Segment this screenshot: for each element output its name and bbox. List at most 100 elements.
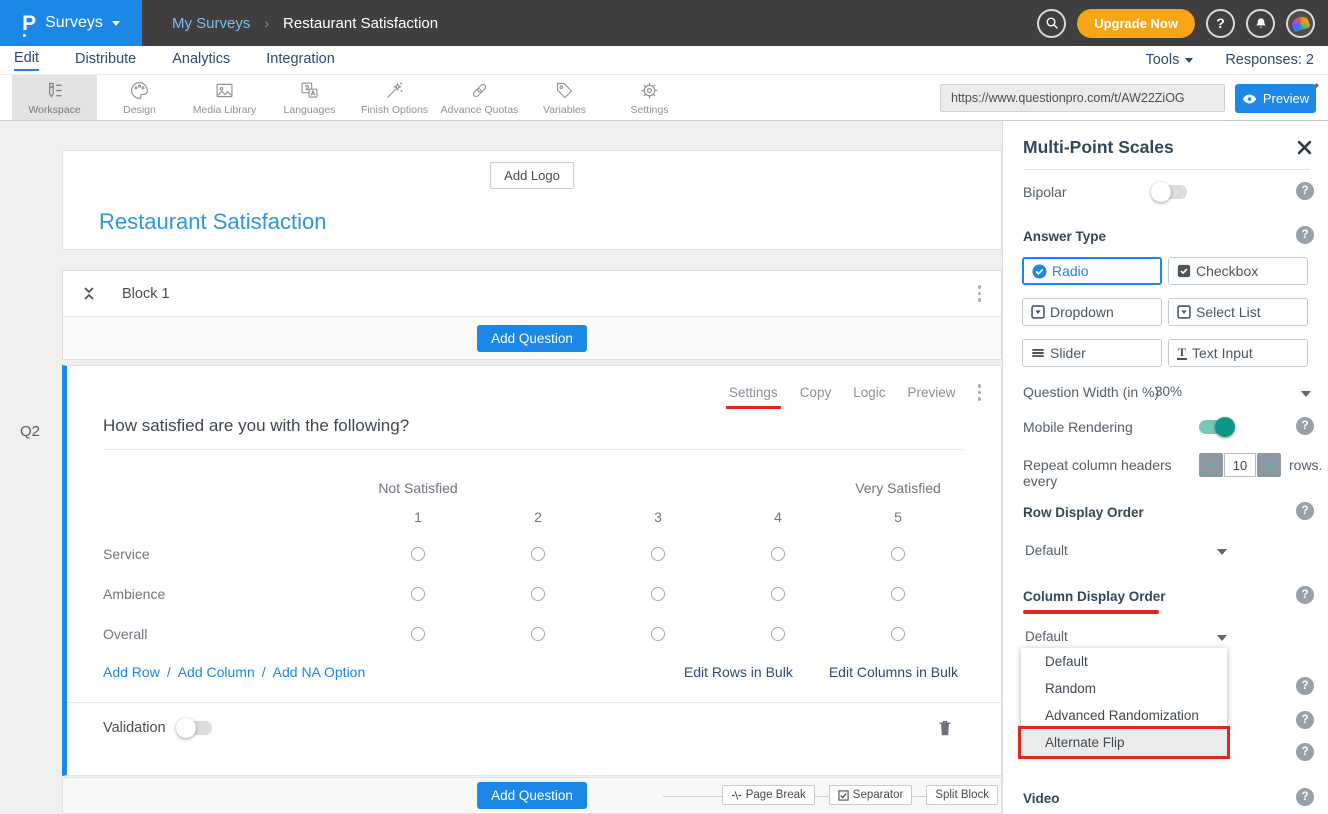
row-display-order-help-icon[interactable]: ? bbox=[1296, 502, 1314, 520]
radio-option[interactable] bbox=[891, 627, 905, 641]
add-question-button-bottom[interactable]: Add Question bbox=[477, 782, 587, 809]
block-menu-button[interactable] bbox=[978, 285, 982, 302]
option-advanced-randomization[interactable]: Advanced Randomization bbox=[1021, 702, 1227, 729]
tab-edit[interactable]: Edit bbox=[14, 50, 39, 71]
radio-option[interactable] bbox=[411, 547, 425, 561]
increment-button[interactable]: + bbox=[1257, 453, 1281, 477]
radio-option[interactable] bbox=[411, 587, 425, 601]
add-logo-button[interactable]: Add Logo bbox=[490, 162, 574, 189]
radio-option[interactable] bbox=[891, 547, 905, 561]
tab-integration[interactable]: Integration bbox=[266, 51, 335, 70]
add-question-button[interactable]: Add Question bbox=[477, 325, 587, 352]
column-display-order-select[interactable]: Default bbox=[1025, 629, 1068, 644]
question-tab-settings[interactable]: Settings bbox=[729, 385, 778, 409]
column-display-order-help-icon[interactable]: ? bbox=[1296, 586, 1314, 604]
bipolar-toggle[interactable] bbox=[1153, 185, 1187, 199]
breadcrumb-parent[interactable]: My Surveys bbox=[172, 15, 250, 32]
row-display-order-select[interactable]: Default bbox=[1025, 543, 1068, 558]
hidden-setting-help-icon[interactable]: ? bbox=[1296, 743, 1314, 761]
question-title[interactable]: How satisfied are you with the following… bbox=[103, 416, 965, 436]
hidden-setting-help-icon[interactable]: ? bbox=[1296, 677, 1314, 695]
answer-type-radio[interactable]: Radio bbox=[1022, 257, 1162, 285]
row-label-overall[interactable]: Overall bbox=[103, 614, 358, 654]
toolbar-item-variables[interactable]: Variables bbox=[522, 75, 607, 120]
option-default[interactable]: Default bbox=[1021, 648, 1227, 675]
row-label-ambience[interactable]: Ambience bbox=[103, 574, 358, 614]
account-avatar[interactable] bbox=[1286, 9, 1315, 38]
search-icon bbox=[1045, 16, 1059, 30]
radio-option[interactable] bbox=[411, 627, 425, 641]
product-menu[interactable]: P Surveys bbox=[0, 0, 142, 46]
toolbar-item-finish-options[interactable]: Finish Options bbox=[352, 75, 437, 120]
radio-option[interactable] bbox=[651, 627, 665, 641]
question-tab-logic[interactable]: Logic bbox=[853, 385, 885, 409]
toolbar-item-advance-quotas[interactable]: Advance Quotas bbox=[437, 75, 522, 120]
responses-count[interactable]: Responses: 2 bbox=[1225, 52, 1314, 68]
delete-question-button[interactable] bbox=[937, 719, 953, 737]
chevron-down-icon[interactable] bbox=[1301, 391, 1311, 397]
tools-menu[interactable]: Tools bbox=[1145, 52, 1193, 68]
help-button[interactable]: ? bbox=[1206, 9, 1235, 38]
collapse-icon[interactable] bbox=[83, 286, 95, 301]
breadcrumb-current: Restaurant Satisfaction bbox=[283, 15, 438, 32]
answer-type-dropdown[interactable]: Dropdown bbox=[1022, 298, 1162, 326]
video-help-icon[interactable]: ? bbox=[1296, 788, 1314, 806]
validation-toggle[interactable] bbox=[178, 721, 212, 735]
row-label-service[interactable]: Service bbox=[103, 534, 358, 574]
chevron-down-icon[interactable] bbox=[1217, 635, 1227, 641]
decrement-button[interactable]: − bbox=[1199, 453, 1223, 477]
hidden-setting-help-icon[interactable]: ? bbox=[1296, 711, 1314, 729]
answer-type-text-input[interactable]: T Text Input bbox=[1168, 339, 1308, 367]
toolbar-item-design[interactable]: Design bbox=[97, 75, 182, 120]
toolbar-item-languages[interactable]: Languages bbox=[267, 75, 352, 120]
add-row-link[interactable]: Add Row bbox=[103, 664, 160, 680]
mobile-rendering-help-icon[interactable]: ? bbox=[1296, 417, 1314, 435]
radio-option[interactable] bbox=[771, 547, 785, 561]
mobile-rendering-toggle[interactable] bbox=[1199, 420, 1233, 434]
split-block-button[interactable]: Split Block bbox=[926, 785, 998, 805]
toolbar-item-settings[interactable]: Settings bbox=[607, 75, 692, 120]
edit-columns-bulk-link[interactable]: Edit Columns in Bulk bbox=[829, 664, 958, 680]
edit-rows-bulk-link[interactable]: Edit Rows in Bulk bbox=[684, 664, 793, 680]
question-menu-button[interactable] bbox=[978, 384, 982, 410]
breadcrumb-separator-icon: › bbox=[264, 15, 269, 31]
toolbar-item-label: Finish Options bbox=[361, 104, 428, 116]
add-na-option-link[interactable]: Add NA Option bbox=[273, 664, 366, 680]
question-tab-preview[interactable]: Preview bbox=[907, 385, 955, 409]
block-title[interactable]: Block 1 bbox=[122, 286, 170, 302]
separator-button[interactable]: Separator bbox=[829, 785, 913, 805]
question-width-value[interactable]: 30% bbox=[1155, 384, 1182, 399]
tab-analytics[interactable]: Analytics bbox=[172, 51, 230, 70]
radio-option[interactable] bbox=[771, 627, 785, 641]
page-break-button[interactable]: Page Break bbox=[722, 785, 815, 805]
answer-type-checkbox[interactable]: Checkbox bbox=[1168, 257, 1308, 285]
toolbar-item-workspace[interactable]: Workspace bbox=[12, 75, 97, 120]
search-button[interactable] bbox=[1037, 9, 1066, 38]
avatar-logo-icon bbox=[1290, 14, 1310, 32]
chevron-down-icon[interactable] bbox=[1217, 549, 1227, 555]
radio-option[interactable] bbox=[651, 547, 665, 561]
survey-url-field[interactable]: https://www.questionpro.com/t/AW22ZiOG bbox=[940, 84, 1225, 112]
answer-type-select-list[interactable]: Select List bbox=[1168, 298, 1308, 326]
bipolar-help-icon[interactable]: ? bbox=[1296, 182, 1314, 200]
radio-option[interactable] bbox=[891, 587, 905, 601]
answer-type-help-icon[interactable]: ? bbox=[1296, 226, 1314, 244]
answer-type-slider[interactable]: Slider bbox=[1022, 339, 1162, 367]
option-random[interactable]: Random bbox=[1021, 675, 1227, 702]
option-alternate-flip[interactable]: Alternate Flip bbox=[1021, 729, 1227, 756]
tab-distribute[interactable]: Distribute bbox=[75, 51, 136, 70]
radio-option[interactable] bbox=[531, 627, 545, 641]
survey-title[interactable]: Restaurant Satisfaction bbox=[99, 209, 326, 235]
notifications-button[interactable] bbox=[1246, 9, 1275, 38]
radio-option[interactable] bbox=[651, 587, 665, 601]
preview-button[interactable]: Preview bbox=[1235, 84, 1316, 113]
add-column-link[interactable]: Add Column bbox=[178, 664, 255, 680]
radio-option[interactable] bbox=[771, 587, 785, 601]
radio-option[interactable] bbox=[531, 547, 545, 561]
close-panel-button[interactable] bbox=[1296, 139, 1313, 156]
repeat-headers-value[interactable]: 10 bbox=[1224, 453, 1256, 477]
radio-option[interactable] bbox=[531, 587, 545, 601]
toolbar-item-media-library[interactable]: Media Library bbox=[182, 75, 267, 120]
upgrade-now-button[interactable]: Upgrade Now bbox=[1077, 9, 1195, 38]
question-tab-copy[interactable]: Copy bbox=[800, 385, 832, 409]
